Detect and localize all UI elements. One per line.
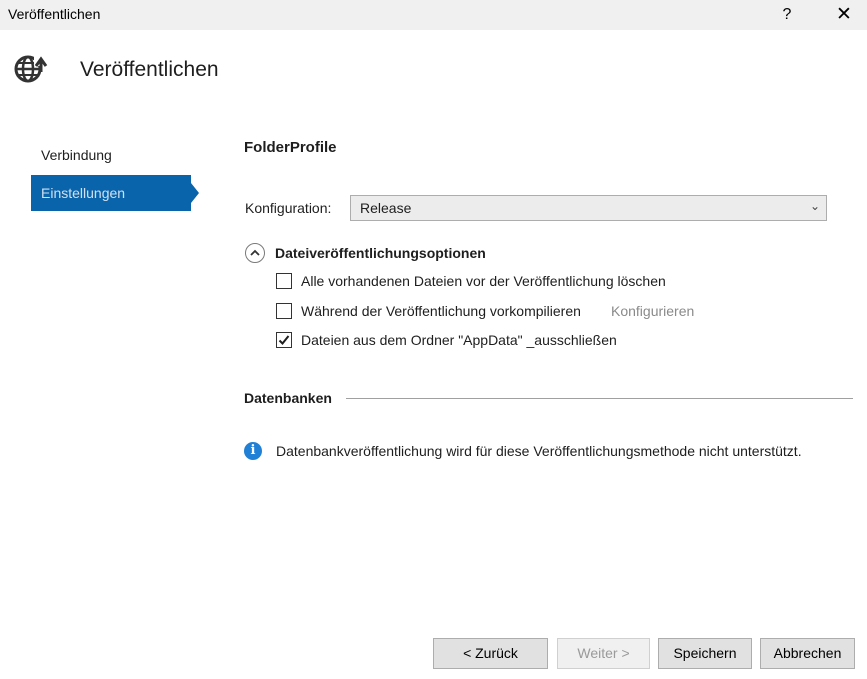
file-publish-options-title: Dateiveröffentlichungsoptionen bbox=[275, 245, 486, 261]
configuration-label: Konfiguration: bbox=[245, 200, 332, 216]
configuration-dropdown[interactable]: Release ⌄ bbox=[350, 195, 827, 221]
option-label: Dateien aus dem Ordner "AppData" _aussch… bbox=[301, 332, 617, 348]
nav-selection-arrow bbox=[191, 183, 199, 203]
help-button[interactable]: ? bbox=[764, 0, 810, 30]
globe-publish-icon bbox=[12, 50, 48, 86]
next-button[interactable]: Weiter > bbox=[557, 638, 650, 669]
databases-info-text: Datenbankveröffentlichung wird für diese… bbox=[276, 443, 802, 459]
back-button[interactable]: < Zurück bbox=[433, 638, 548, 669]
info-icon: i bbox=[244, 442, 262, 460]
configure-link[interactable]: Konfigurieren bbox=[611, 303, 694, 319]
chevron-up-icon bbox=[250, 249, 260, 256]
nav-item-verbindung[interactable]: Verbindung bbox=[31, 137, 191, 173]
configuration-value: Release bbox=[360, 200, 412, 216]
cancel-button[interactable]: Abbrechen bbox=[760, 638, 855, 669]
profile-name: FolderProfile bbox=[244, 139, 337, 156]
window-title: Veröffentlichen bbox=[8, 6, 101, 22]
checkmark-icon bbox=[278, 335, 290, 345]
delete-existing-files-checkbox[interactable] bbox=[276, 273, 292, 289]
nav-item-einstellungen[interactable]: Einstellungen bbox=[31, 175, 191, 211]
collapse-button[interactable] bbox=[245, 243, 265, 263]
option-label: Während der Veröffentlichung vorkompilie… bbox=[301, 303, 581, 319]
databases-title: Datenbanken bbox=[244, 390, 332, 406]
option-label: Alle vorhandenen Dateien vor der Veröffe… bbox=[301, 273, 666, 289]
exclude-appdata-checkbox[interactable] bbox=[276, 332, 292, 348]
save-button[interactable]: Speichern bbox=[658, 638, 752, 669]
close-button[interactable]: ✕ bbox=[821, 0, 867, 30]
dialog-title: Veröffentlichen bbox=[80, 58, 219, 81]
databases-divider bbox=[346, 398, 853, 399]
title-bar: Veröffentlichen ? ✕ bbox=[0, 0, 867, 30]
precompile-checkbox[interactable] bbox=[276, 303, 292, 319]
chevron-down-icon: ⌄ bbox=[809, 199, 820, 213]
